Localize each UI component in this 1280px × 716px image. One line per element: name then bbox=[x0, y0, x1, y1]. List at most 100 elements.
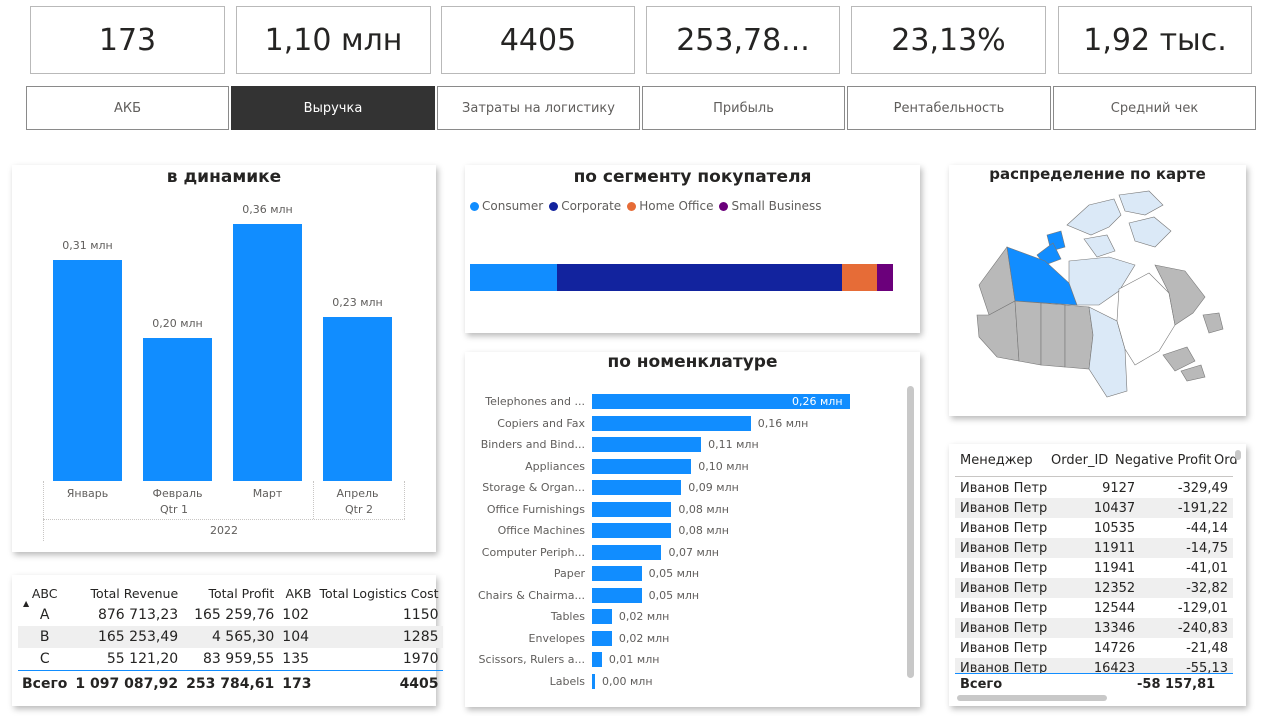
bar-Апрель[interactable] bbox=[323, 316, 392, 481]
column-header-abc[interactable]: ABC bbox=[18, 582, 71, 604]
cell: 165 253,49 bbox=[71, 626, 183, 648]
bar-item[interactable] bbox=[592, 523, 672, 538]
vertical-scrollbar[interactable] bbox=[1235, 450, 1241, 460]
data-label: 0,07 млн bbox=[668, 545, 719, 559]
dynamics-chart-card: в динамике 0,31 млн Январь 0,20 млн Февраль… bbox=[12, 165, 436, 552]
table-row: C 55 121,20 83 959,55 135 1970 bbox=[18, 648, 443, 671]
cell: 165 259,76 bbox=[194, 607, 275, 623]
cell: 102 bbox=[282, 607, 310, 623]
legend-label: Consumer bbox=[482, 199, 544, 213]
kpi-value: 23,13% bbox=[891, 22, 1006, 58]
cell: Иванов Петр bbox=[960, 640, 1048, 656]
cell: 12544 bbox=[1093, 600, 1136, 616]
cell: 4 565,30 bbox=[182, 626, 279, 648]
cell: -329,49 bbox=[1177, 480, 1228, 496]
cell: Иванов Петр bbox=[960, 560, 1048, 576]
data-label: 0,31 млн bbox=[62, 238, 113, 252]
segment-small-business[interactable] bbox=[877, 264, 893, 291]
legend-marker bbox=[627, 201, 637, 211]
data-label: 0,10 млн bbox=[698, 459, 749, 473]
column-header-akb[interactable]: АКВ bbox=[278, 582, 315, 604]
tab-revenue[interactable]: Выручка bbox=[231, 86, 435, 130]
bar-item[interactable] bbox=[592, 544, 662, 560]
bar-Январь[interactable] bbox=[53, 259, 122, 481]
table-row[interactable]: Иванов Петр 10437 -191,22 bbox=[955, 498, 1233, 518]
map-region bbox=[1014, 300, 1042, 366]
data-label: 0,11 млн bbox=[708, 438, 759, 451]
cell: 12352 bbox=[1061, 578, 1141, 598]
table-row[interactable]: Иванов Петр 12544 -129,01 bbox=[955, 598, 1233, 618]
tab-profit[interactable]: Прибыль bbox=[642, 86, 845, 130]
segment-corporate[interactable] bbox=[556, 264, 843, 291]
cell: 11941 bbox=[1093, 560, 1136, 576]
bar-item[interactable] bbox=[592, 630, 612, 646]
cell: -55,13 bbox=[1140, 658, 1233, 673]
bar-item[interactable] bbox=[592, 415, 751, 431]
canada-map[interactable] bbox=[949, 165, 1246, 416]
cell: Иванов Петр bbox=[955, 658, 1061, 673]
column-header-negative-profit[interactable]: Negative Profit bbox=[1115, 453, 1211, 468]
column-header-order-id[interactable]: Order_ID bbox=[1051, 453, 1108, 468]
bar-item[interactable] bbox=[592, 501, 672, 517]
tab-logistics[interactable]: Затраты на логистику bbox=[437, 86, 640, 130]
kpi-value: 1,92 тыс. bbox=[1083, 22, 1227, 58]
table-row[interactable]: Иванов Петр 10535 -44,14 bbox=[955, 518, 1233, 538]
scrollbar[interactable] bbox=[907, 386, 914, 678]
segment-stacked-bar bbox=[470, 264, 893, 291]
category-label: Tables bbox=[550, 610, 585, 623]
tab-akb[interactable]: АКБ bbox=[26, 86, 229, 130]
column-header-revenue[interactable]: Total Revenue bbox=[71, 582, 182, 604]
segment-consumer[interactable] bbox=[470, 264, 557, 291]
cell: 4405 bbox=[315, 670, 443, 697]
table-rows-viewport: Иванов Петр 9127 -329,49 Иванов Петр 10437 -1… bbox=[955, 478, 1233, 673]
data-label: 0,26 млн bbox=[792, 395, 843, 408]
category-label: Office Furnishings bbox=[486, 502, 585, 516]
map-region bbox=[1040, 302, 1066, 368]
table-row[interactable]: Иванов Петр 9127 -329,49 bbox=[955, 478, 1233, 498]
legend-label: Home Office bbox=[639, 199, 714, 213]
total-label: Всего bbox=[960, 677, 1003, 692]
kpi-value: 4405 bbox=[499, 22, 577, 58]
cell: Иванов Петр bbox=[955, 618, 1061, 638]
column-header-profit[interactable]: Total Profit bbox=[182, 582, 278, 604]
bar-Март[interactable] bbox=[233, 224, 302, 481]
total-value: -58 157,81 bbox=[1137, 677, 1216, 692]
column-header-manager[interactable]: Менеджер bbox=[960, 453, 1033, 468]
table-total-row: Всего 1 097 087,92 253 784,61 173 4405 bbox=[18, 670, 443, 697]
nomenclature-chart-card: по номенклатуре Telephones and ... 0,26 м… bbox=[465, 352, 920, 707]
table-row[interactable]: Иванов Петр 16423 -55,13 bbox=[955, 658, 1233, 673]
bar-item[interactable] bbox=[592, 437, 702, 452]
data-label: 0,08 млн bbox=[678, 502, 729, 516]
data-label: 0,05 млн bbox=[648, 567, 700, 580]
abc-table: ABC Total Revenue Total Profit АКВ Total… bbox=[18, 582, 443, 697]
data-label: 0,09 млн bbox=[688, 481, 739, 494]
bar-item[interactable] bbox=[592, 609, 612, 624]
segment-home-office[interactable] bbox=[842, 264, 878, 291]
bar-item[interactable] bbox=[592, 458, 692, 474]
bar-item[interactable] bbox=[592, 652, 602, 667]
table-row[interactable]: Иванов Петр 11941 -41,01 bbox=[955, 558, 1233, 578]
tab-profitability[interactable]: Рентабельность bbox=[847, 86, 1051, 130]
table-row[interactable]: Иванов Петр 14726 -21,48 bbox=[955, 638, 1233, 658]
table-row[interactable]: Иванов Петр 13346 -240,83 bbox=[955, 618, 1233, 638]
kpi-value: 253,78... bbox=[676, 22, 810, 58]
negative-profit-table: Иванов Петр 9127 -329,49 Иванов Петр 10437 -1… bbox=[955, 478, 1233, 673]
bar-item[interactable] bbox=[592, 587, 642, 603]
kpi-revenue: 1,10 млн bbox=[236, 6, 431, 74]
table-row[interactable]: Иванов Петр 11911 -14,75 bbox=[955, 538, 1233, 558]
table-row[interactable]: Иванов Петр 12352 -32,82 bbox=[955, 578, 1233, 598]
column-header-logistics[interactable]: Total Logistics Cost bbox=[316, 582, 443, 604]
kpi-profitability: 23,13% bbox=[851, 6, 1046, 74]
horizontal-scrollbar[interactable] bbox=[957, 695, 1107, 701]
table-header-row: ABC Total Revenue Total Profit АКВ Total… bbox=[18, 582, 443, 604]
bar-item[interactable] bbox=[592, 566, 642, 581]
bar-item[interactable] bbox=[592, 480, 682, 495]
map-card: распределение по карте bbox=[949, 165, 1246, 416]
table-row: B 165 253,49 4 565,30 104 1285 bbox=[18, 626, 443, 648]
bar-Февраль[interactable] bbox=[143, 338, 212, 481]
bar-item[interactable] bbox=[592, 673, 595, 689]
map-region bbox=[1064, 304, 1094, 370]
cell: -32,82 bbox=[1140, 578, 1233, 598]
tab-avg-check[interactable]: Средний чек bbox=[1053, 86, 1256, 130]
segment-chart-card: по сегменту покупателя Consumer Corporate… bbox=[465, 165, 920, 333]
